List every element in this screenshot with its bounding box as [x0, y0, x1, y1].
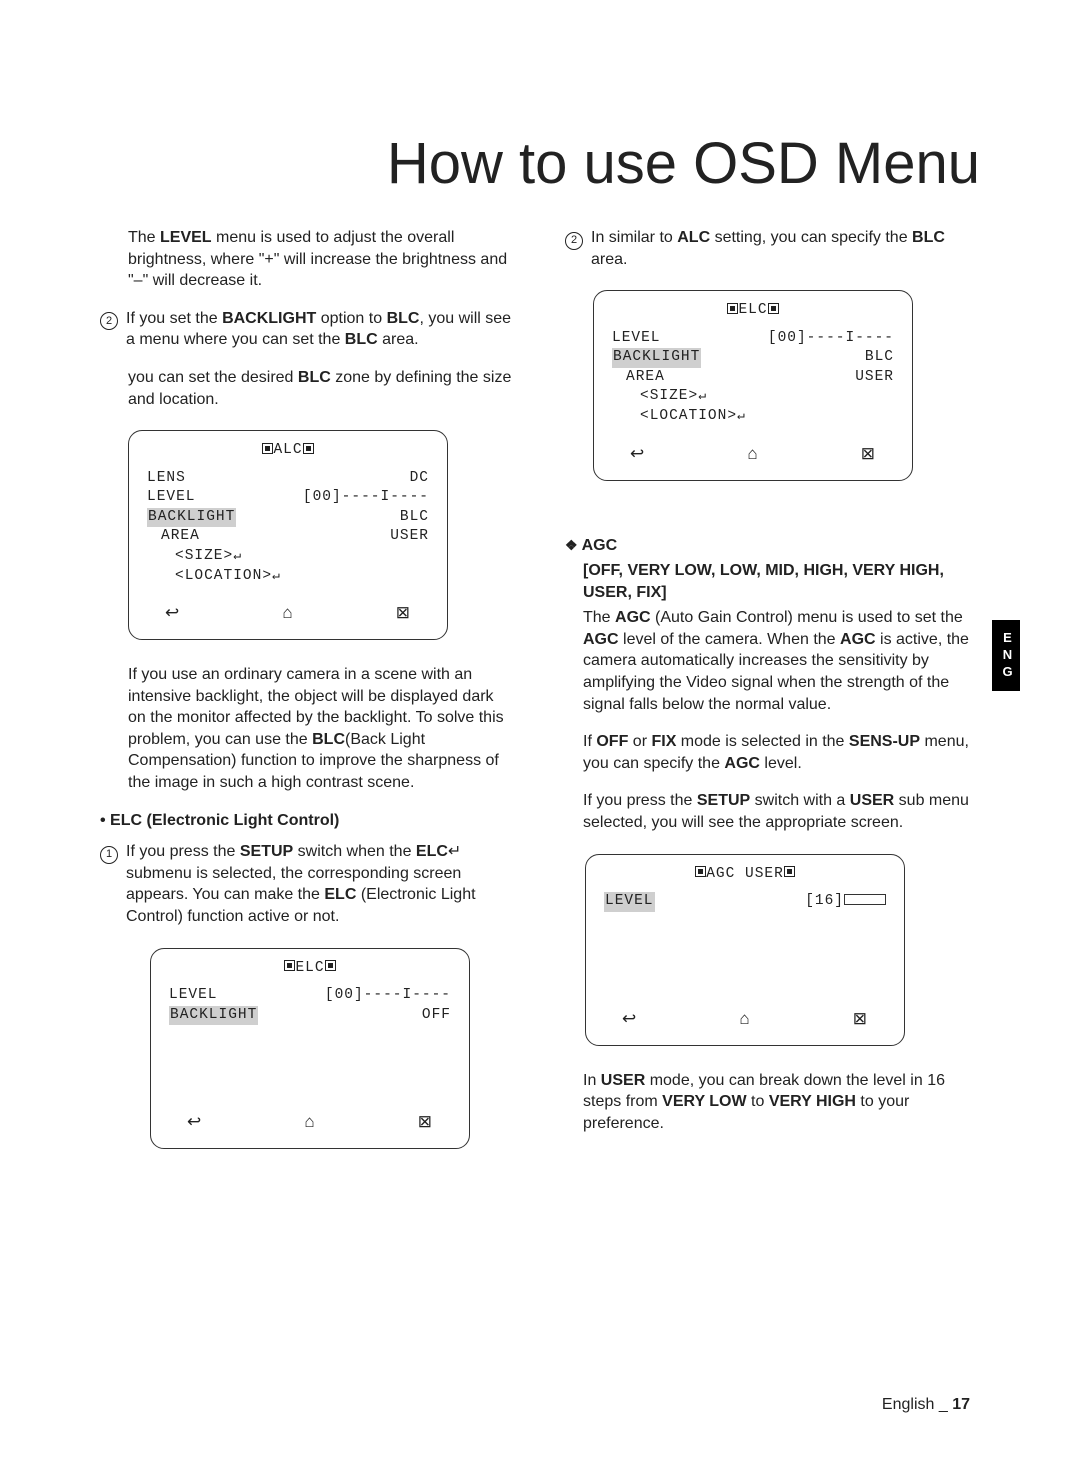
- back-icon: ↩: [622, 1008, 637, 1031]
- back-icon: ↩: [187, 1111, 202, 1134]
- osd-item: LENS: [147, 469, 186, 489]
- osd-value: BLC: [400, 508, 429, 528]
- enter-icon: ↵: [272, 568, 281, 583]
- osd-title: ELC: [169, 959, 451, 979]
- step-number-icon: 2: [565, 232, 583, 250]
- back-icon: ↩: [165, 602, 180, 625]
- osd-screen-elc-full: ELC LEVEL [00]----I---- BACKLIGHT BLC AREA…: [593, 290, 913, 480]
- close-icon: ⊠: [861, 443, 876, 466]
- paragraph-agc-user: If you press the SETUP switch with a USE…: [565, 790, 980, 833]
- osd-item: <SIZE>↵: [147, 547, 242, 567]
- osd-item: <SIZE>↵: [612, 387, 707, 407]
- osd-value: USER: [855, 368, 894, 388]
- square-icon: [284, 960, 295, 971]
- osd-item: <LOCATION>↵: [612, 407, 746, 427]
- page-footer: English _ 17: [882, 1396, 970, 1414]
- manual-page: How to use OSD Menu The LEVEL menu is us…: [0, 0, 1080, 1476]
- osd-value: [00]----I----: [768, 329, 894, 349]
- step-1-elc: 1 If you press the SETUP switch when the…: [100, 841, 515, 927]
- square-icon: [695, 866, 706, 877]
- step-2-backlight: 2 If you set the BACKLIGHT option to BLC…: [100, 308, 515, 351]
- step-number-icon: 1: [100, 846, 118, 864]
- level-slider-icon: [844, 894, 886, 905]
- right-column: 2 In similar to ALC setting, you can spe…: [565, 227, 980, 1173]
- osd-item: BACKLIGHT: [147, 508, 236, 528]
- osd-item: BACKLIGHT: [169, 1006, 258, 1026]
- close-icon: ⊠: [396, 602, 411, 625]
- osd-title: AGC USER: [604, 865, 886, 885]
- osd-title-text: ELC: [738, 302, 767, 318]
- home-icon: ⌂: [739, 1008, 750, 1031]
- square-icon: [727, 303, 738, 314]
- square-icon: [325, 960, 336, 971]
- osd-item: AREA: [612, 368, 665, 388]
- osd-title: ALC: [147, 441, 429, 461]
- left-column: The LEVEL menu is used to adjust the ove…: [100, 227, 515, 1173]
- step-number-icon: 2: [100, 312, 118, 330]
- osd-value: USER: [390, 527, 429, 547]
- diamond-icon: ❖: [565, 537, 578, 553]
- paragraph-user-mode: In USER mode, you can break down the lev…: [565, 1070, 980, 1135]
- square-icon: [768, 303, 779, 314]
- two-column-layout: The LEVEL menu is used to adjust the ove…: [100, 227, 980, 1173]
- osd-value: [16]: [805, 892, 886, 912]
- back-icon: ↩: [630, 443, 645, 466]
- language-tab: ENG: [992, 620, 1020, 691]
- heading-agc-options: [OFF, VERY LOW, LOW, MID, HIGH, VERY HIG…: [565, 560, 980, 603]
- square-icon: [303, 443, 314, 454]
- osd-screen-elc-basic: ELC LEVEL[00]----I---- BACKLIGHTOFF ↩ ⌂ …: [150, 948, 470, 1150]
- footer-language: English: [882, 1396, 934, 1413]
- close-icon: ⊠: [853, 1008, 868, 1031]
- enter-icon: ↵: [698, 388, 707, 403]
- osd-value: BLC: [865, 348, 894, 368]
- osd-item: LEVEL: [147, 488, 196, 508]
- osd-value: OFF: [422, 1006, 451, 1026]
- heading-agc: ❖AGC: [565, 535, 980, 557]
- home-icon: ⌂: [747, 443, 758, 466]
- square-icon: [262, 443, 273, 454]
- osd-title-text: ELC: [295, 960, 324, 976]
- square-icon: [784, 866, 795, 877]
- page-title: How to use OSD Menu: [100, 130, 980, 197]
- osd-item: AREA: [147, 527, 200, 547]
- osd-item: LEVEL: [169, 986, 218, 1006]
- close-icon: ⊠: [418, 1111, 433, 1134]
- enter-icon: ↵: [448, 843, 461, 860]
- osd-title: ELC: [612, 301, 894, 321]
- home-icon: ⌂: [304, 1111, 315, 1134]
- home-icon: ⌂: [282, 602, 293, 625]
- osd-item: LEVEL: [604, 892, 655, 912]
- osd-item: <LOCATION>↵: [147, 567, 281, 587]
- osd-value: [00]----I----: [303, 488, 429, 508]
- osd-screen-agc-user: AGC USER LEVEL [16] ↩ ⌂ ⊠: [585, 854, 905, 1046]
- paragraph-blc-explain: If you use an ordinary camera in a scene…: [100, 664, 515, 794]
- paragraph-agc-desc: The AGC (Auto Gain Control) menu is used…: [565, 607, 980, 715]
- osd-item: BACKLIGHT: [612, 348, 701, 368]
- paragraph-agc-off-fix: If OFF or FIX mode is selected in the SE…: [565, 731, 980, 774]
- osd-value: DC: [410, 469, 429, 489]
- paragraph-blc-zone: you can set the desired BLC zone by defi…: [100, 367, 515, 410]
- osd-title-text: ALC: [273, 442, 302, 458]
- footer-page-number: 17: [952, 1396, 970, 1413]
- osd-item: LEVEL: [612, 329, 661, 349]
- paragraph-level-desc: The LEVEL menu is used to adjust the ove…: [100, 227, 515, 292]
- enter-icon: ↵: [737, 408, 746, 423]
- step-2-elc-blc: 2 In similar to ALC setting, you can spe…: [565, 227, 980, 270]
- heading-elc: • ELC (Electronic Light Control): [100, 810, 515, 832]
- osd-value: [00]----I----: [325, 986, 451, 1006]
- osd-screen-alc: ALC LENS DC LEVEL [00]----I---- BACKLIGHT B…: [128, 430, 448, 640]
- osd-title-text: AGC USER: [706, 866, 784, 882]
- enter-icon: ↵: [233, 548, 242, 563]
